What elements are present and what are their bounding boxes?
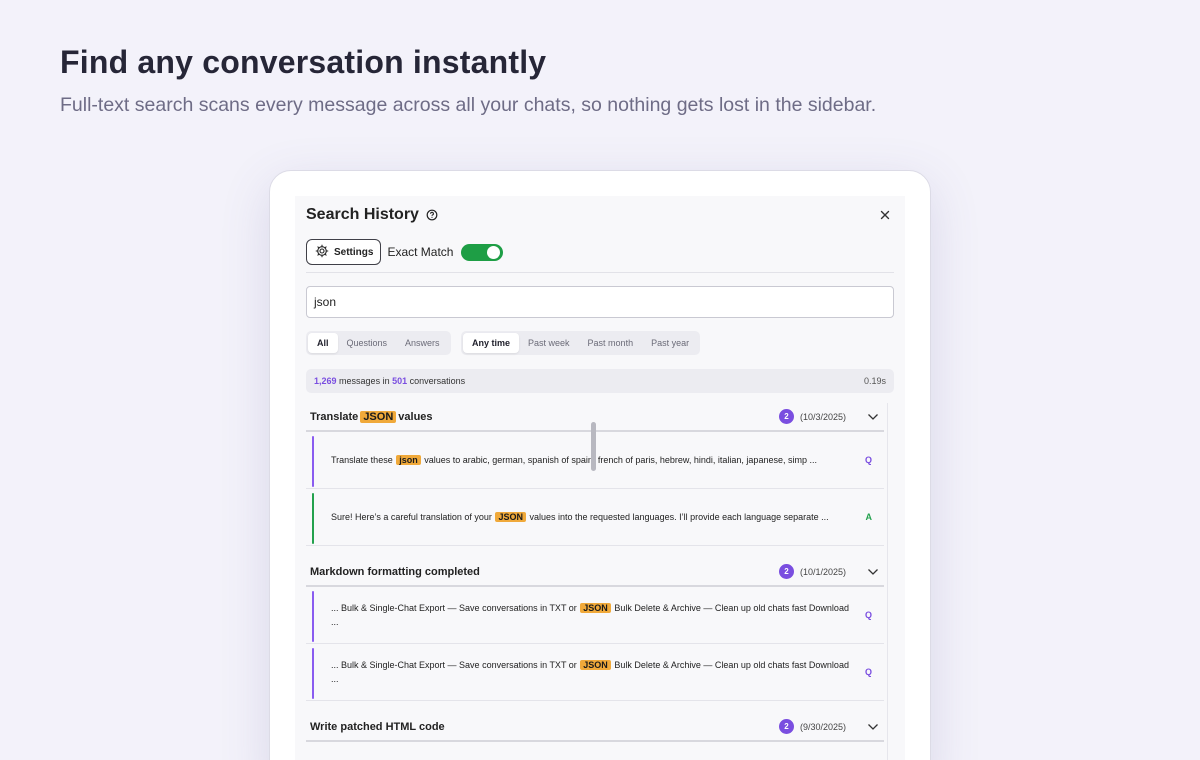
conversation-title: Translate JSON values xyxy=(310,410,433,423)
filter-past-month[interactable]: Past month xyxy=(579,333,643,353)
title-highlight: JSON xyxy=(360,410,397,423)
hero-title: Find any conversation instantly xyxy=(60,44,547,80)
type-filter: All Questions Answers xyxy=(306,331,451,355)
title-text: Translate xyxy=(310,410,359,423)
question-bar xyxy=(312,436,314,487)
search-history-panel: Search History Settings Exact Match json… xyxy=(295,196,905,760)
snippet-text: Sure! Here’s a careful translation of yo… xyxy=(331,512,492,522)
toolbar: Settings Exact Match xyxy=(306,239,504,265)
snippet-text: ... Bulk & Single-Chat Export — Save con… xyxy=(331,660,577,670)
conversations-text: conversations xyxy=(409,376,466,386)
messages-text: messages in xyxy=(339,376,390,386)
snippet-highlight: JSON xyxy=(495,512,526,522)
conversation-date: (9/30/2025) xyxy=(800,721,847,732)
title-text: values xyxy=(398,410,433,423)
chevron-down-icon[interactable] xyxy=(866,565,880,579)
message-snippet: ... Bulk & Single-Chat Export — Save con… xyxy=(331,658,849,686)
conversation-date: (10/3/2025) xyxy=(800,411,847,422)
message-result[interactable]: ... Bulk & Single-Chat Export — Save con… xyxy=(306,587,884,644)
conversation-title: Write patched HTML code xyxy=(310,720,445,733)
message-kind: A xyxy=(865,512,873,522)
filter-answers[interactable]: Answers xyxy=(396,333,449,353)
snippet-text: values into the requested languages. I’l… xyxy=(529,512,829,522)
snippet-highlight: json xyxy=(396,455,421,465)
snippet-highlight: JSON xyxy=(580,603,611,613)
message-result[interactable]: Sure! Here’s a careful translation of yo… xyxy=(306,489,884,546)
message-kind: Q xyxy=(864,455,872,465)
search-input[interactable]: json xyxy=(306,286,894,318)
match-count-badge: 2 xyxy=(779,564,794,579)
filter-past-week[interactable]: Past week xyxy=(519,333,579,353)
answer-bar xyxy=(312,493,314,544)
question-circle-icon[interactable] xyxy=(426,209,438,221)
snippet-text: values to arabic, german, spanish of spa… xyxy=(424,455,817,465)
message-snippet: Sure! Here’s a careful translation of yo… xyxy=(331,510,849,524)
conversation-title: Markdown formatting completed xyxy=(310,565,480,578)
message-kind: Q xyxy=(864,667,872,677)
conversation-count: 501 xyxy=(392,376,408,386)
question-bar xyxy=(312,591,314,642)
message-kind: Q xyxy=(864,610,872,620)
filter-any-time[interactable]: Any time xyxy=(463,333,520,353)
snippet-text: ... Bulk & Single-Chat Export — Save con… xyxy=(331,603,577,613)
time-filter: Any time Past week Past month Past year xyxy=(461,331,701,355)
result-stats: 1,269 messages in 501 conversations 0.19… xyxy=(306,369,894,393)
question-bar xyxy=(312,648,314,699)
conversation-date: (10/1/2025) xyxy=(800,566,847,577)
gear-icon xyxy=(315,244,329,261)
conversation-header[interactable]: Markdown formatting completed 2 (10/1/20… xyxy=(306,558,884,587)
hero-subtitle: Full-text search scans every message acr… xyxy=(60,94,877,116)
filter-all[interactable]: All xyxy=(308,333,338,353)
snippet-text: Translate these xyxy=(331,455,393,465)
conversation-header[interactable]: Write patched HTML code 2 (9/30/2025) xyxy=(306,713,884,742)
scrollbar-thumb[interactable] xyxy=(591,422,596,471)
settings-button[interactable]: Settings xyxy=(306,239,382,265)
message-snippet: ... Bulk & Single-Chat Export — Save con… xyxy=(331,601,849,629)
filter-past-year[interactable]: Past year xyxy=(642,333,698,353)
search-time: 0.19s xyxy=(863,376,886,386)
exact-match-label: Exact Match xyxy=(387,245,454,259)
filter-questions[interactable]: Questions xyxy=(338,333,397,353)
message-result[interactable]: ... Bulk & Single-Chat Export — Save con… xyxy=(306,644,884,701)
toggle-knob xyxy=(487,245,501,259)
divider xyxy=(306,272,894,273)
exact-match-toggle[interactable] xyxy=(461,243,504,261)
panel-title: Search History xyxy=(306,206,419,223)
message-snippet: Translate these json values to arabic, g… xyxy=(331,453,849,467)
message-count: 1,269 xyxy=(314,376,337,386)
match-count-badge: 2 xyxy=(779,719,794,734)
panel-header: Search History xyxy=(306,206,438,224)
snippet-highlight: JSON xyxy=(580,660,611,670)
hero: Find any conversation instantly Full-tex… xyxy=(60,44,876,117)
chevron-down-icon[interactable] xyxy=(866,720,880,734)
chevron-down-icon[interactable] xyxy=(866,410,880,424)
settings-label: Settings xyxy=(334,246,374,258)
close-icon[interactable] xyxy=(877,207,893,223)
scroll-track xyxy=(887,403,888,760)
match-count-badge: 2 xyxy=(779,409,794,424)
